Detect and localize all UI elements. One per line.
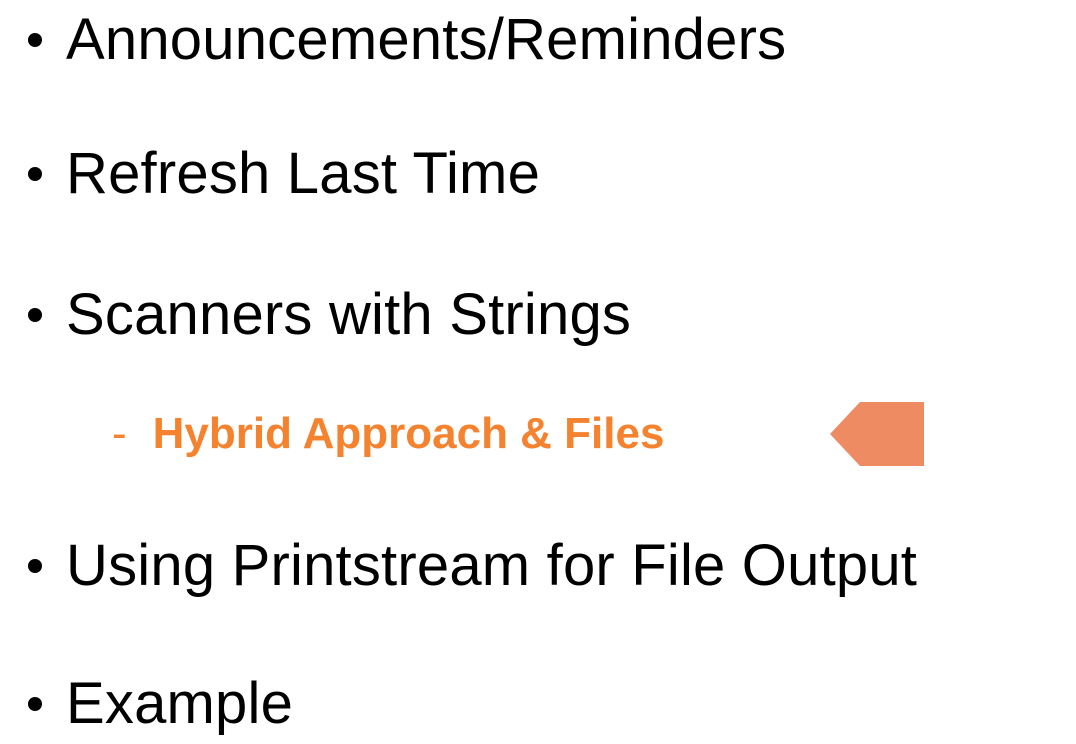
- agenda-item-label: Scanners with Strings: [66, 282, 632, 347]
- agenda-item-label: Announcements/Reminders: [66, 7, 787, 72]
- agenda-item-scanners: Scanners with Strings: [20, 275, 631, 355]
- agenda-subitem-label: Hybrid Approach & Files: [152, 409, 665, 458]
- agenda-subitem-hybrid: - Hybrid Approach & Files: [112, 398, 664, 470]
- dash-marker: -: [112, 409, 127, 458]
- agenda-item-printstream: Using Printstream for File Output: [20, 526, 917, 606]
- agenda-item-example: Example: [20, 664, 293, 744]
- agenda-item-label: Refresh Last Time: [66, 141, 541, 206]
- bullet-icon: [28, 167, 42, 181]
- agenda-item-announcements: Announcements/Reminders: [20, 0, 786, 80]
- left-arrow-shape: [830, 402, 924, 466]
- bullet-icon: [28, 33, 42, 47]
- agenda-slide: Announcements/Reminders Refresh Last Tim…: [0, 0, 1076, 744]
- agenda-item-label: Using Printstream for File Output: [66, 533, 918, 598]
- bullet-icon: [28, 697, 42, 711]
- agenda-item-label: Example: [66, 671, 294, 736]
- agenda-item-refresh: Refresh Last Time: [20, 134, 540, 214]
- left-arrow-icon: [830, 402, 924, 466]
- bullet-icon: [28, 308, 42, 322]
- bullet-icon: [28, 559, 42, 573]
